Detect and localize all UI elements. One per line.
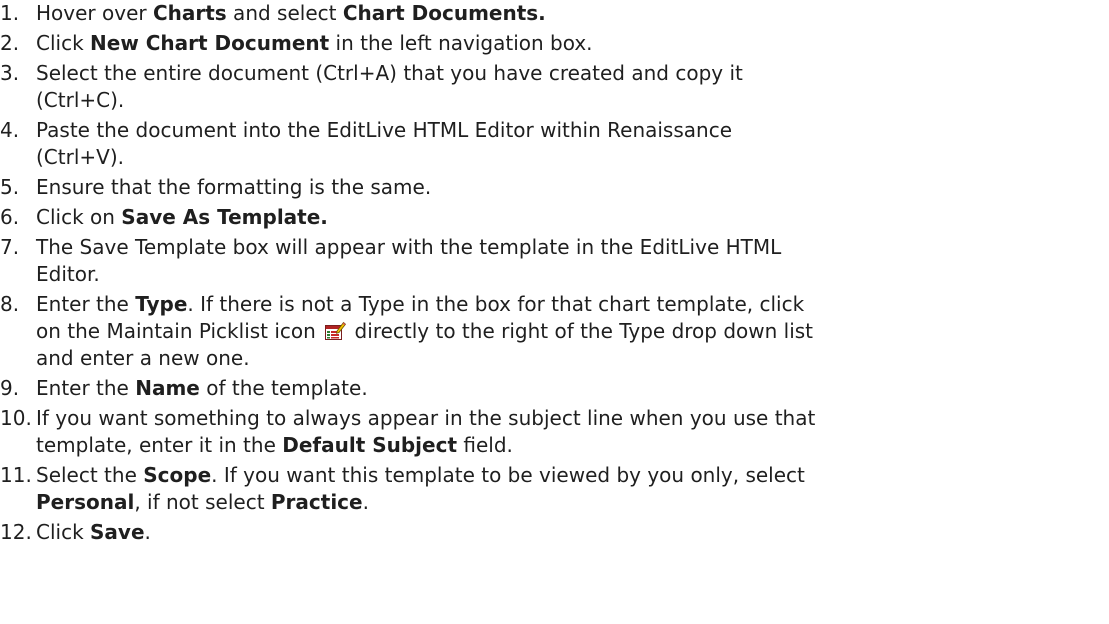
step-number: 5. [0, 175, 20, 199]
list-item: 3. Select the entire document (Ctrl+A) th… [0, 60, 1109, 114]
list-item: 5. Ensure that the formatting is the same… [0, 174, 1109, 201]
step-text: and select [226, 1, 343, 25]
bold-term: New Chart Document [90, 31, 330, 55]
list-item: 8. Enter the Type. If there is not a Type… [0, 291, 1109, 372]
step-number: 4. [0, 118, 20, 142]
list-item: 1. Hover over Charts and select Chart Doc… [0, 0, 1109, 27]
list-item: 12. Click Save. [0, 519, 1109, 546]
instructions-document: 1. Hover over Charts and select Chart Doc… [0, 0, 1109, 624]
bold-term: Scope [143, 463, 212, 487]
step-text: on the Maintain Picklist icon [36, 319, 323, 343]
step-number: 8. [0, 292, 20, 316]
step-text: Ensure that the formatting is the same. [36, 175, 432, 199]
step-number: 12. [0, 520, 32, 544]
bold-term: Type [135, 292, 188, 316]
step-text: (Ctrl+V). [36, 145, 124, 169]
step-text: . [144, 520, 151, 544]
list-item: 2. Click New Chart Document in the left n… [0, 30, 1109, 57]
step-text: , if not select [134, 490, 271, 514]
step-text: If you want something to always appear i… [36, 406, 816, 430]
bold-term: Chart Documents. [342, 1, 546, 25]
bold-term: Name [135, 376, 200, 400]
step-text: Click on [36, 205, 122, 229]
step-number: 2. [0, 31, 20, 55]
step-text: Select the entire document (Ctrl+A) that… [36, 61, 743, 85]
step-text: (Ctrl+C). [36, 88, 125, 112]
bold-term: Save [90, 520, 145, 544]
list-item: 9. Enter the Name of the template. [0, 375, 1109, 402]
step-text: Hover over [36, 1, 153, 25]
step-text: in the left navigation box. [329, 31, 593, 55]
step-text: Editor. [36, 262, 100, 286]
bold-term: Personal [36, 490, 135, 514]
step-text: Paste the document into the EditLive HTM… [36, 118, 733, 142]
step-text: and enter a new one. [36, 346, 250, 370]
bold-term: Default Subject [282, 433, 458, 457]
step-text: template, enter it in the [36, 433, 283, 457]
maintain-picklist-icon [325, 321, 347, 340]
step-text: directly to the right of the Type drop d… [348, 319, 814, 343]
step-number: 10. [0, 406, 32, 430]
step-number: 6. [0, 205, 20, 229]
bold-term: Save As Template. [121, 205, 328, 229]
list-item: 6. Click on Save As Template. [0, 204, 1109, 231]
step-number: 11. [0, 463, 32, 487]
step-text: of the template. [199, 376, 368, 400]
list-item: 7. The Save Template box will appear with… [0, 234, 1109, 288]
step-text: Enter the [36, 292, 136, 316]
step-text: Click [36, 31, 91, 55]
steps-list: 1. Hover over Charts and select Chart Doc… [0, 0, 1109, 546]
step-number: 9. [0, 376, 20, 400]
list-item: 11. Select the Scope. If you want this te… [0, 462, 1109, 516]
list-item: 10. If you want something to always appea… [0, 405, 1109, 459]
step-text: Select the [36, 463, 144, 487]
step-text: . If there is not a Type in the box for … [187, 292, 805, 316]
bold-term: Practice [270, 490, 363, 514]
step-number: 7. [0, 235, 20, 259]
step-text: Enter the [36, 376, 136, 400]
step-text: . [362, 490, 369, 514]
bold-term: Charts [152, 1, 227, 25]
step-number: 3. [0, 61, 20, 85]
step-text: . If you want this template to be viewed… [211, 463, 805, 487]
list-item: 4. Paste the document into the EditLive H… [0, 117, 1109, 171]
step-text: Click [36, 520, 91, 544]
step-text: The Save Template box will appear with t… [36, 235, 782, 259]
step-text: field. [457, 433, 513, 457]
step-number: 1. [0, 1, 20, 25]
